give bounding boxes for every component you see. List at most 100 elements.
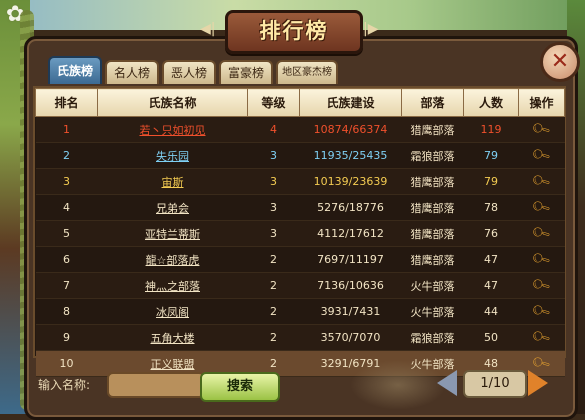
tribe-cell: 猎鹰部落 [401, 116, 464, 143]
member-count-cell: 47 [463, 272, 519, 299]
table-row[interactable]: 1 若丶只如初见 4 10874/66374 猎鹰部落 119 🔍︎ [35, 116, 565, 143]
header-member-count: 人数 [463, 88, 519, 117]
rank-cell: 2 [35, 142, 98, 169]
clan-build-cell: 11935/25435 [299, 142, 402, 169]
search-icon[interactable]: 🔍︎ [531, 249, 553, 270]
clan-name-link[interactable]: 亚特兰蒂斯 [97, 220, 248, 247]
search-input[interactable] [107, 372, 205, 398]
tab-clan-ranking[interactable]: 氏族榜 [48, 56, 103, 84]
scroll-decoration [350, 360, 446, 410]
clan-build-cell: 4112/17612 [299, 220, 402, 247]
search-icon[interactable]: 🔍︎ [531, 171, 553, 192]
level-cell: 4 [247, 116, 300, 143]
header-tribe: 部落 [401, 88, 464, 117]
close-icon: ✕ [550, 49, 570, 74]
rank-cell: 9 [35, 324, 98, 351]
tribe-cell: 火牛部落 [401, 272, 464, 299]
clan-name-link[interactable]: 宙斯 [97, 168, 248, 195]
tab-wealth-ranking[interactable]: 富豪榜 [219, 60, 274, 84]
header-clan-name: 氏族名称 [97, 88, 248, 117]
clan-build-cell: 10874/66374 [299, 116, 402, 143]
rank-cell: 6 [35, 246, 98, 273]
clan-name-link[interactable]: 兄弟会 [97, 194, 248, 221]
rank-cell: 3 [35, 168, 98, 195]
level-cell: 3 [247, 220, 300, 247]
level-cell: 3 [247, 142, 300, 169]
rank-cell: 4 [35, 194, 98, 221]
title-plate: 排行榜 [225, 10, 363, 54]
search-icon[interactable]: 🔍︎ [531, 119, 553, 140]
table-row[interactable]: 8 冰凤阁 2 3931/7431 火牛部落 44 🔍︎ [35, 298, 565, 325]
search-icon[interactable]: 🔍︎ [531, 197, 553, 218]
rank-cell: 10 [35, 350, 98, 377]
level-cell: 2 [247, 298, 300, 325]
member-count-cell: 79 [463, 168, 519, 195]
table-row[interactable]: 7 神灬之部落 2 7136/10636 火牛部落 47 🔍︎ [35, 272, 565, 299]
level-cell: 2 [247, 324, 300, 351]
header-rank: 排名 [35, 88, 98, 117]
table-row[interactable]: 5 亚特兰蒂斯 3 4112/17612 猎鹰部落 76 🔍︎ [35, 220, 565, 247]
member-count-cell: 44 [463, 298, 519, 325]
action-cell: 🔍︎ [518, 298, 565, 325]
clan-name-link[interactable]: 神灬之部落 [97, 272, 248, 299]
page-indicator: 1/10 [463, 370, 527, 398]
tab-regional-hero-ranking[interactable]: 地区豪杰榜 [276, 60, 339, 84]
next-page-button[interactable] [528, 370, 548, 396]
tribe-cell: 猎鹰部落 [401, 246, 464, 273]
search-button[interactable]: 搜索 [200, 372, 280, 402]
level-cell: 2 [247, 246, 300, 273]
action-cell: 🔍︎ [518, 116, 565, 143]
header-action: 操作 [518, 88, 565, 117]
action-cell: 🔍︎ [518, 220, 565, 247]
clan-name-link[interactable]: 失乐园 [97, 142, 248, 169]
clan-build-cell: 7136/10636 [299, 272, 402, 299]
action-cell: 🔍︎ [518, 324, 565, 351]
header-clan-build: 氏族建设 [299, 88, 402, 117]
previous-page-button[interactable] [437, 370, 457, 396]
search-label: 输入名称: [38, 378, 91, 392]
tab-villain-ranking[interactable]: 恶人榜 [162, 60, 217, 84]
table-row[interactable]: 6 龍☆部落虎 2 7697/11197 猎鹰部落 47 🔍︎ [35, 246, 565, 273]
table-row[interactable]: 9 五角大楼 2 3570/7070 霜狼部落 50 🔍︎ [35, 324, 565, 351]
ranking-table: 排名 氏族名称 等级 氏族建设 部落 人数 操作 1 若丶只如初见 4 10874/6… [33, 86, 566, 377]
clan-name-link[interactable]: 冰凤阁 [97, 298, 248, 325]
clan-build-cell: 7697/11197 [299, 246, 402, 273]
tribe-cell: 霜狼部落 [401, 142, 464, 169]
close-button[interactable]: ✕ [540, 42, 580, 82]
level-cell: 2 [247, 272, 300, 299]
level-cell: 3 [247, 194, 300, 221]
rank-cell: 5 [35, 220, 98, 247]
clan-name-link[interactable]: 龍☆部落虎 [97, 246, 248, 273]
rank-cell: 1 [35, 116, 98, 143]
tribe-cell: 猎鹰部落 [401, 168, 464, 195]
member-count-cell: 76 [463, 220, 519, 247]
clan-name-link[interactable]: 若丶只如初见 [97, 116, 248, 143]
clan-build-cell: 3931/7431 [299, 298, 402, 325]
action-cell: 🔍︎ [518, 168, 565, 195]
member-count-cell: 47 [463, 246, 519, 273]
search-icon[interactable]: 🔍︎ [531, 301, 553, 322]
clan-name-link[interactable]: 五角大楼 [97, 324, 248, 351]
clan-build-cell: 5276/18776 [299, 194, 402, 221]
search-icon[interactable]: 🔍︎ [531, 275, 553, 296]
header-level: 等级 [247, 88, 300, 117]
table-row[interactable]: 2 失乐园 3 11935/25435 霜狼部落 79 🔍︎ [35, 142, 565, 169]
action-cell: 🔍︎ [518, 272, 565, 299]
member-count-cell: 78 [463, 194, 519, 221]
tab-celebrity-ranking[interactable]: 名人榜 [105, 60, 160, 84]
search-icon[interactable]: 🔍︎ [531, 145, 553, 166]
table-row[interactable]: 3 宙斯 3 10139/23639 猎鹰部落 79 🔍︎ [35, 168, 565, 195]
tribe-cell: 猎鹰部落 [401, 220, 464, 247]
rank-cell: 7 [35, 272, 98, 299]
clan-build-cell: 3570/7070 [299, 324, 402, 351]
tribe-cell: 火牛部落 [401, 298, 464, 325]
table-row[interactable]: 4 兄弟会 3 5276/18776 猎鹰部落 78 🔍︎ [35, 194, 565, 221]
action-cell: 🔍︎ [518, 194, 565, 221]
clan-build-cell: 10139/23639 [299, 168, 402, 195]
ranking-tabs: 氏族榜 名人榜 恶人榜 富豪榜 地区豪杰榜 [48, 56, 339, 84]
page-title: 排行榜 [259, 19, 329, 43]
search-icon[interactable]: 🔍︎ [531, 327, 553, 348]
action-cell: 🔍︎ [518, 142, 565, 169]
action-cell: 🔍︎ [518, 246, 565, 273]
search-icon[interactable]: 🔍︎ [531, 223, 553, 244]
